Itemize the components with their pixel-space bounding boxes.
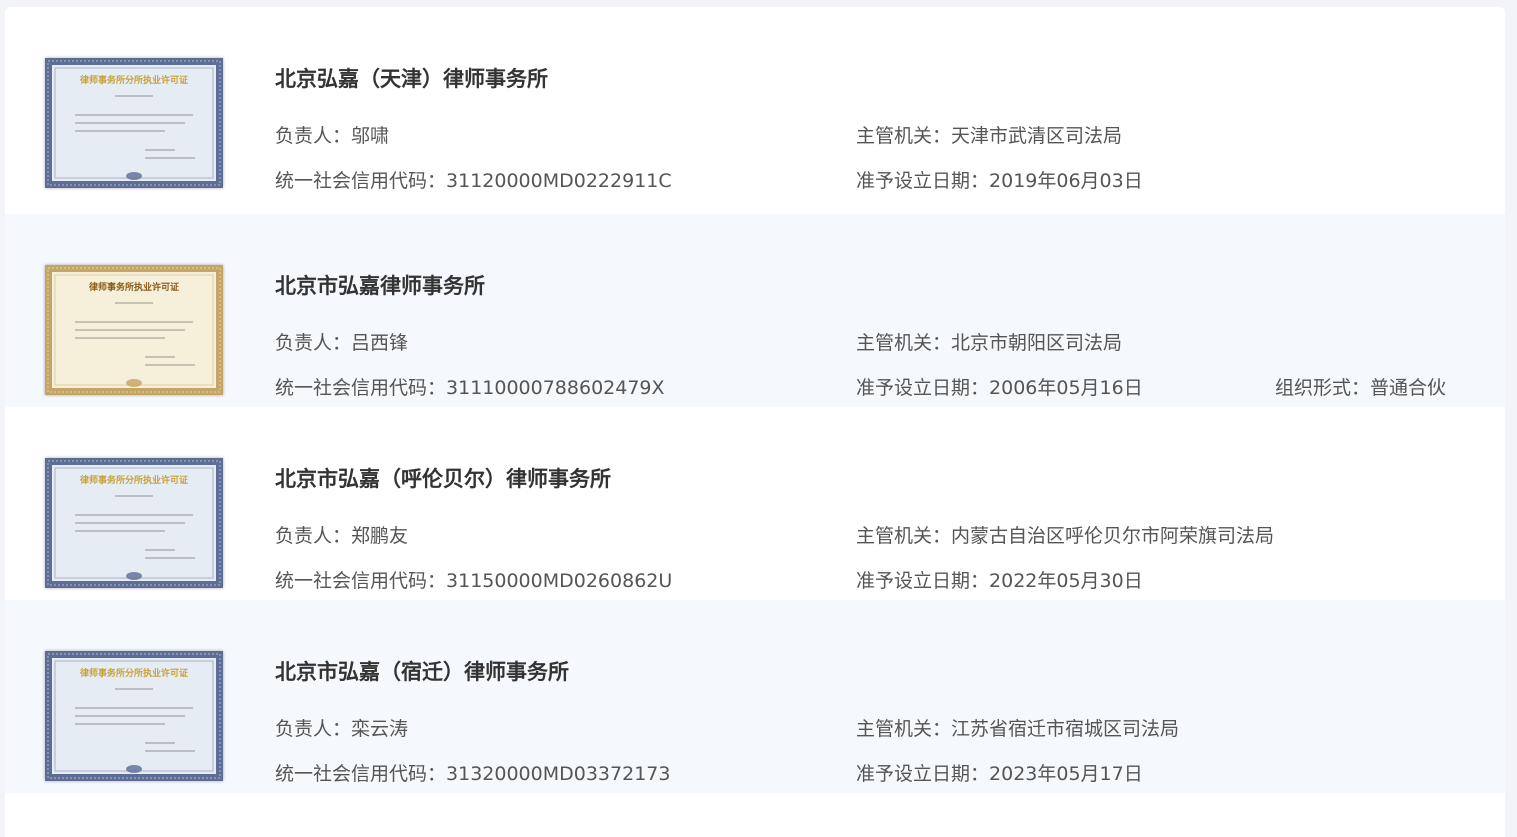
approval-date-value: 2019年06月03日 — [989, 170, 1143, 192]
authority-value: 江苏省宿迁市宿城区司法局 — [951, 718, 1180, 740]
firm-list-item[interactable]: 律师事务所分所执业许可证 北京弘嘉（天津）律师事务所 负责人：邬啸 主管机关：天… — [5, 7, 1505, 200]
license-thumbnail[interactable]: 律师事务所执业许可证 — [45, 265, 223, 395]
approval-date-label: 准予设立日期： — [856, 377, 990, 399]
firm-authority: 主管机关：天津市武清区司法局 — [856, 121, 1122, 148]
license-certificate-image: 律师事务所分所执业许可证 — [45, 458, 223, 588]
firm-credit-code: 统一社会信用代码：31120000MD0222911C — [275, 166, 672, 193]
license-certificate-image: 律师事务所分所执业许可证 — [45, 651, 223, 781]
firm-credit-code: 统一社会信用代码：31320000MD03372173 — [275, 759, 670, 786]
firm-list-item[interactable]: 律师事务所分所执业许可证 北京市弘嘉（宿迁）律师事务所 负责人：栾云涛 主管机关… — [5, 600, 1505, 793]
credit-code-label: 统一社会信用代码： — [275, 170, 447, 192]
license-thumbnail[interactable]: 律师事务所分所执业许可证 — [45, 458, 223, 588]
firm-approval-date: 准予设立日期：2022年05月30日 — [856, 566, 1143, 593]
approval-date-label: 准予设立日期： — [856, 170, 990, 192]
firm-name-link[interactable]: 北京市弘嘉（宿迁）律师事务所 — [275, 656, 569, 686]
org-form-label: 组织形式： — [1275, 377, 1371, 399]
firm-name-link[interactable]: 北京市弘嘉律师事务所 — [275, 270, 485, 300]
credit-code-label: 统一社会信用代码： — [275, 377, 447, 399]
firm-authority: 主管机关：北京市朝阳区司法局 — [856, 328, 1122, 355]
firm-credit-code: 统一社会信用代码：31150000MD0260862U — [275, 566, 672, 593]
approval-date-label: 准予设立日期： — [856, 763, 990, 785]
credit-code-label: 统一社会信用代码： — [275, 763, 447, 785]
firm-name-link[interactable]: 北京弘嘉（天津）律师事务所 — [275, 63, 548, 93]
head-label: 负责人： — [275, 332, 352, 354]
firm-name-link[interactable]: 北京市弘嘉（呼伦贝尔）律师事务所 — [275, 463, 611, 493]
firm-approval-date: 准予设立日期：2019年06月03日 — [856, 166, 1143, 193]
approval-date-label: 准予设立日期： — [856, 570, 990, 592]
firm-head: 负责人：栾云涛 — [275, 714, 408, 741]
svg-text:律师事务所分所执业许可证: 律师事务所分所执业许可证 — [79, 74, 188, 86]
approval-date-value: 2006年05月16日 — [989, 377, 1143, 399]
head-label: 负责人： — [275, 525, 352, 547]
credit-code-value: 31120000MD0222911C — [446, 170, 672, 192]
org-form-value: 普通合伙 — [1370, 377, 1447, 399]
approval-date-value: 2022年05月30日 — [989, 570, 1143, 592]
svg-text:律师事务所分所执业许可证: 律师事务所分所执业许可证 — [79, 474, 188, 486]
approval-date-value: 2023年05月17日 — [989, 763, 1143, 785]
head-label: 负责人： — [275, 718, 352, 740]
firm-credit-code: 统一社会信用代码：31110000788602479X — [275, 373, 665, 400]
license-thumbnail[interactable]: 律师事务所分所执业许可证 — [45, 651, 223, 781]
firm-approval-date: 准予设立日期：2006年05月16日 — [856, 373, 1143, 400]
firm-list-item[interactable]: 律师事务所分所执业许可证 北京市弘嘉（呼伦贝尔）律师事务所 负责人：郑鹏友 主管… — [5, 407, 1505, 600]
head-label: 负责人： — [275, 125, 352, 147]
license-certificate-image: 律师事务所分所执业许可证 — [45, 58, 223, 188]
head-value: 邬啸 — [351, 125, 390, 147]
firm-head: 负责人：吕西锋 — [275, 328, 408, 355]
head-value: 郑鹏友 — [351, 525, 409, 547]
credit-code-value: 31320000MD03372173 — [446, 763, 671, 785]
credit-code-value: 31150000MD0260862U — [446, 570, 673, 592]
firm-list-item[interactable]: 律师事务所执业许可证 北京市弘嘉律师事务所 负责人：吕西锋 主管机关：北京市朝阳… — [5, 214, 1505, 407]
authority-value: 北京市朝阳区司法局 — [951, 332, 1123, 354]
authority-label: 主管机关： — [856, 525, 952, 547]
authority-label: 主管机关： — [856, 718, 952, 740]
authority-label: 主管机关： — [856, 125, 952, 147]
firm-head: 负责人：郑鹏友 — [275, 521, 408, 548]
head-value: 吕西锋 — [351, 332, 409, 354]
authority-value: 内蒙古自治区呼伦贝尔市阿荣旗司法局 — [951, 525, 1275, 547]
credit-code-label: 统一社会信用代码： — [275, 570, 447, 592]
credit-code-value: 31110000788602479X — [446, 377, 665, 399]
firm-list-panel: 律师事务所分所执业许可证 北京弘嘉（天津）律师事务所 负责人：邬啸 主管机关：天… — [5, 7, 1505, 837]
license-thumbnail[interactable]: 律师事务所分所执业许可证 — [45, 58, 223, 188]
firm-authority: 主管机关：内蒙古自治区呼伦贝尔市阿荣旗司法局 — [856, 521, 1274, 548]
license-certificate-image: 律师事务所执业许可证 — [45, 265, 223, 395]
head-value: 栾云涛 — [351, 718, 409, 740]
firm-head: 负责人：邬啸 — [275, 121, 389, 148]
authority-label: 主管机关： — [856, 332, 952, 354]
svg-text:律师事务所分所执业许可证: 律师事务所分所执业许可证 — [79, 667, 188, 679]
authority-value: 天津市武清区司法局 — [951, 125, 1123, 147]
firm-org-form: 组织形式：普通合伙 — [1275, 373, 1446, 400]
firm-approval-date: 准予设立日期：2023年05月17日 — [856, 759, 1143, 786]
svg-text:律师事务所执业许可证: 律师事务所执业许可证 — [88, 281, 179, 293]
firm-authority: 主管机关：江苏省宿迁市宿城区司法局 — [856, 714, 1179, 741]
